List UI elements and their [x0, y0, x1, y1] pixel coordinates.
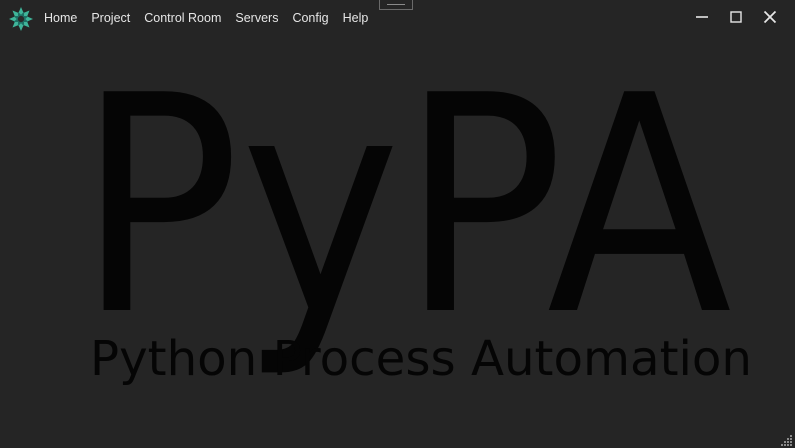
app-window: Home Project Control Room Servers Config…	[0, 0, 795, 448]
resize-grip-icon[interactable]	[781, 434, 793, 446]
splash-tagline: Python Process Automation	[90, 331, 752, 387]
splash-logo-text: PyPA	[77, 32, 733, 381]
splash-logo: PyPA Python Process Automation	[77, 32, 752, 387]
